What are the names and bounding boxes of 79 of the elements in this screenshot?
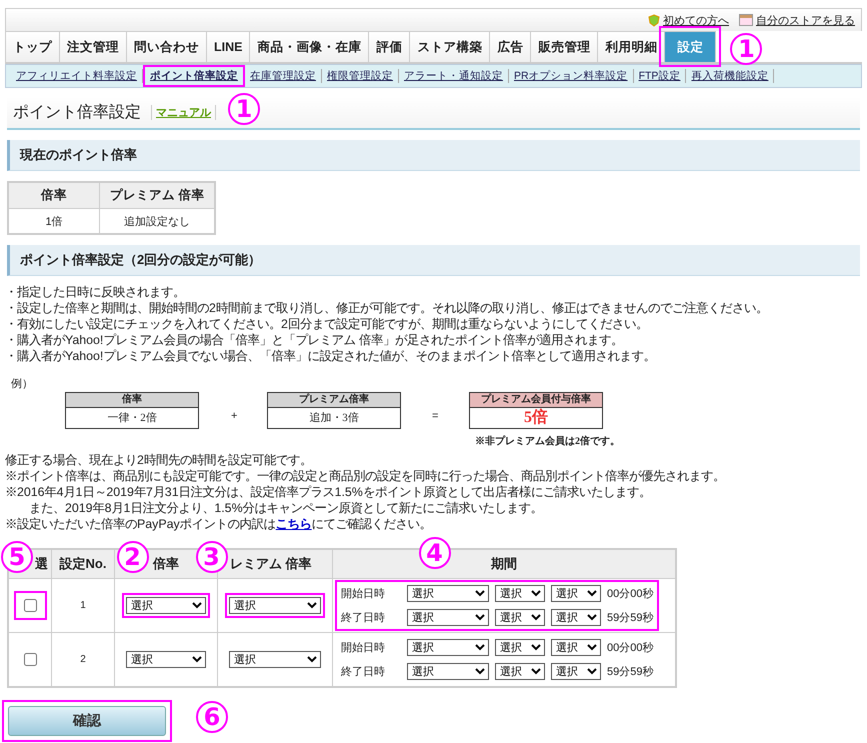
field-label: 終了日時 bbox=[341, 611, 385, 625]
column-header: レミアム 倍率 bbox=[218, 549, 332, 578]
field-label: 終了日時 bbox=[341, 665, 385, 679]
dropdown[interactable]: 選択 bbox=[551, 609, 601, 626]
time-suffix: 59分59秒 bbox=[607, 665, 654, 679]
note-text: また、2019年8月1日注文分より、1.5%分はキャンペーン原資として新たにご請求いたします。 bbox=[28, 500, 543, 516]
sub-nav-link[interactable]: 在庫管理設定 bbox=[245, 69, 322, 83]
column-header: 設定No. bbox=[52, 549, 114, 578]
header-link[interactable]: 初めての方へ bbox=[648, 12, 729, 28]
annotation-number: 1 bbox=[730, 33, 762, 65]
sub-nav-link[interactable]: ポイント倍率設定 bbox=[143, 65, 245, 87]
dropdown[interactable]: 選択 bbox=[495, 663, 545, 680]
confirm-button[interactable]: 確認 bbox=[8, 706, 166, 736]
time-suffix: 59分59秒 bbox=[607, 611, 654, 625]
sub-nav-link[interactable]: PRオプション料率設定 bbox=[509, 69, 634, 83]
dropdown[interactable]: 選択 bbox=[551, 639, 601, 656]
nav-tab[interactable]: 注文管理 bbox=[59, 31, 127, 62]
nav-tab[interactable]: 商品・画像・在庫 bbox=[249, 31, 370, 62]
annotation-number: 6 bbox=[196, 701, 228, 733]
annotation-number: 5 bbox=[1, 541, 33, 573]
dropdown[interactable]: 選択 bbox=[126, 597, 206, 614]
dropdown[interactable]: 選択 bbox=[551, 663, 601, 680]
bullet-text: ・指定した日時に反映されます。 bbox=[5, 284, 186, 300]
dropdown[interactable]: 選択 bbox=[495, 609, 545, 626]
nav-tab[interactable]: 販売管理 bbox=[530, 31, 598, 62]
nav-tab[interactable]: 利用明細 bbox=[597, 31, 666, 62]
sub-nav-link[interactable]: アフィリエイト料率設定 bbox=[11, 69, 143, 83]
dropdown[interactable]: 選択 bbox=[126, 651, 206, 668]
shield-icon bbox=[648, 14, 660, 26]
sub-nav-link[interactable]: 再入荷機能設定 bbox=[686, 69, 774, 83]
column-header: 倍率 bbox=[8, 182, 100, 208]
field-label: 開始日時 bbox=[341, 587, 385, 601]
note-text: 修正する場合、現在より2時間先の時間を設定可能です。 bbox=[5, 452, 312, 468]
nav-tab[interactable]: 広告 bbox=[489, 31, 532, 62]
window-icon bbox=[739, 14, 753, 26]
dropdown[interactable]: 選択 bbox=[495, 585, 545, 602]
page-title: ポイント倍率設定 bbox=[13, 102, 141, 122]
bullet-text: ・購入者がYahoo!プレミアム会員の場合「倍率」と「プレミアム 倍率」が足されたポイント倍率が適用されます。 bbox=[5, 332, 624, 348]
example-box: プレミアム倍率 追加・3倍 bbox=[267, 392, 401, 429]
note-text: ※設定いただいた倍率のPayPayポイントの内訳はこちらにてご確認ください。 bbox=[5, 516, 432, 532]
checkbox[interactable] bbox=[24, 599, 36, 612]
bullet-text: ・設定した倍率と期間は、開始時間の2時間前まで取り消し、修正が可能です。それ以降の取り消し、修正はできませんのでご注意ください。 bbox=[5, 300, 769, 316]
operator-sign: + bbox=[231, 410, 238, 422]
time-suffix: 00分00秒 bbox=[607, 587, 654, 601]
sub-nav-link[interactable]: FTP設定 bbox=[634, 69, 686, 83]
time-suffix: 00分00秒 bbox=[607, 641, 654, 655]
example-label: 例） bbox=[11, 377, 33, 391]
checkbox[interactable] bbox=[24, 653, 36, 666]
example-box: 倍率 一律・2倍 bbox=[65, 392, 199, 429]
section-header: ポイント倍率設定（2回分の設定が可能） bbox=[7, 245, 860, 276]
details-link[interactable]: こちら bbox=[276, 517, 312, 531]
sub-nav-link[interactable]: 権限管理設定 bbox=[322, 69, 399, 83]
note-text: ※2016年4月1日～2019年7月31日注文分は、設定倍率プラス1.5%をポイント原資として出店者様にご請求いたします。 bbox=[5, 484, 651, 500]
nav-tab[interactable]: 評価 bbox=[368, 31, 410, 62]
table-cell: 1 bbox=[52, 578, 114, 632]
nav-tab[interactable]: LINE bbox=[206, 31, 250, 62]
dropdown[interactable]: 選択 bbox=[407, 609, 489, 626]
nav-tab[interactable]: トップ bbox=[5, 31, 60, 62]
nav-tab[interactable]: 問い合わせ bbox=[126, 31, 207, 62]
nav-tab[interactable]: ストア構築 bbox=[409, 31, 490, 62]
dropdown[interactable]: 選択 bbox=[495, 639, 545, 656]
dropdown[interactable]: 選択 bbox=[551, 585, 601, 602]
dropdown[interactable]: 選択 bbox=[229, 597, 321, 614]
section-header: 現在のポイント倍率 bbox=[7, 140, 860, 171]
sub-nav-link[interactable]: アラート・通知設定 bbox=[399, 69, 509, 83]
header-link[interactable]: 自分のストアを見る bbox=[739, 12, 855, 28]
annotation-number: 4 bbox=[418, 537, 450, 569]
dropdown[interactable]: 選択 bbox=[407, 585, 489, 602]
dropdown[interactable]: 選択 bbox=[407, 639, 489, 656]
bullet-text: ・購入者がYahoo!プレミアム会員でない場合、「倍率」に設定された値が、そのままポイント倍率として適用されます。 bbox=[5, 348, 656, 364]
example-note: ※非プレミアム会員は2倍です。 bbox=[475, 434, 620, 448]
result-box: プレミアム会員付与倍率 5倍 bbox=[469, 392, 603, 429]
note-text: ※ポイント倍率は、商品別にも設定可能です。一律の設定と商品別の設定を同時に行った場合、商品別ポイント倍率が優先されます。 bbox=[5, 468, 725, 484]
field-label: 開始日時 bbox=[341, 641, 385, 655]
operator-sign: = bbox=[432, 410, 438, 422]
bullet-text: ・有効にしたい設定にチェックを入れてください。2回分まで設定可能ですが、期間は重ならないようにしてください。 bbox=[5, 316, 649, 332]
column-header: プレミアム 倍率 bbox=[100, 182, 216, 208]
dropdown[interactable]: 選択 bbox=[229, 651, 321, 668]
dropdown[interactable]: 選択 bbox=[407, 663, 489, 680]
